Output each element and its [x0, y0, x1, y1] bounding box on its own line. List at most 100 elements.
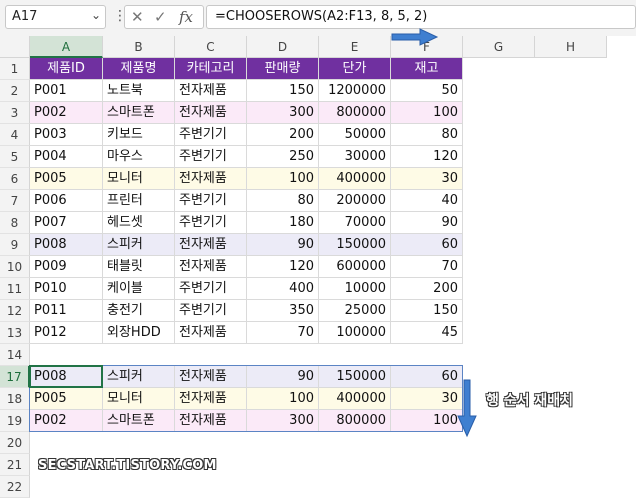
- cell[interactable]: 전자제품: [175, 256, 247, 278]
- cell[interactable]: 주변기기: [175, 146, 247, 168]
- cell[interactable]: 카테고리: [175, 58, 247, 80]
- cell[interactable]: P002: [30, 410, 103, 432]
- cell[interactable]: P005: [30, 388, 103, 410]
- row-header[interactable]: 19: [0, 410, 30, 432]
- row-header[interactable]: 2: [0, 80, 30, 102]
- cell[interactable]: 150000: [319, 234, 391, 256]
- cell[interactable]: 70000: [319, 212, 391, 234]
- cell[interactable]: P006: [30, 190, 103, 212]
- cell[interactable]: 주변기기: [175, 300, 247, 322]
- cell[interactable]: 30: [391, 388, 463, 410]
- cell[interactable]: P008: [30, 234, 103, 256]
- cell[interactable]: 주변기기: [175, 190, 247, 212]
- cell[interactable]: 스피커: [103, 366, 175, 388]
- row-header[interactable]: 9: [0, 234, 30, 256]
- cell[interactable]: 충전기: [103, 300, 175, 322]
- cell[interactable]: 전자제품: [175, 80, 247, 102]
- cell[interactable]: P008: [30, 366, 103, 388]
- row-header[interactable]: 5: [0, 146, 30, 168]
- insert-function-icon[interactable]: fx: [179, 8, 193, 26]
- cell[interactable]: 헤드셋: [103, 212, 175, 234]
- cell[interactable]: 150: [391, 300, 463, 322]
- cell[interactable]: 키보드: [103, 124, 175, 146]
- row-header[interactable]: 1: [0, 58, 30, 80]
- chevron-down-icon[interactable]: ⌄: [91, 8, 101, 22]
- cell[interactable]: P001: [30, 80, 103, 102]
- cell[interactable]: 100: [391, 102, 463, 124]
- cancel-icon[interactable]: ✕: [131, 8, 144, 26]
- cell[interactable]: P004: [30, 146, 103, 168]
- cell[interactable]: 100: [247, 168, 319, 190]
- column-header-f[interactable]: F: [391, 36, 463, 58]
- cell[interactable]: 제품명: [103, 58, 175, 80]
- row-header[interactable]: 10: [0, 256, 30, 278]
- cell[interactable]: 태블릿: [103, 256, 175, 278]
- cell[interactable]: 스피커: [103, 234, 175, 256]
- cell[interactable]: 800000: [319, 102, 391, 124]
- cell[interactable]: 400000: [319, 168, 391, 190]
- cell[interactable]: 전자제품: [175, 410, 247, 432]
- cell[interactable]: 노트북: [103, 80, 175, 102]
- cell[interactable]: P007: [30, 212, 103, 234]
- cell[interactable]: 케이블: [103, 278, 175, 300]
- cell[interactable]: 150000: [319, 366, 391, 388]
- cell[interactable]: 250: [247, 146, 319, 168]
- column-header-h[interactable]: H: [535, 36, 607, 58]
- cell[interactable]: 30000: [319, 146, 391, 168]
- cell[interactable]: 프린터: [103, 190, 175, 212]
- cell[interactable]: 단가: [319, 58, 391, 80]
- cell[interactable]: 90: [247, 366, 319, 388]
- cell[interactable]: 60: [391, 366, 463, 388]
- cell[interactable]: 스마트폰: [103, 410, 175, 432]
- cell[interactable]: 120: [391, 146, 463, 168]
- column-header-g[interactable]: G: [463, 36, 535, 58]
- cell[interactable]: P009: [30, 256, 103, 278]
- cell[interactable]: 모니터: [103, 168, 175, 190]
- cell[interactable]: 재고: [391, 58, 463, 80]
- cell[interactable]: 80: [247, 190, 319, 212]
- cell[interactable]: 300: [247, 102, 319, 124]
- cell[interactable]: 전자제품: [175, 322, 247, 344]
- row-header[interactable]: 11: [0, 278, 30, 300]
- row-header[interactable]: 7: [0, 190, 30, 212]
- cell[interactable]: 전자제품: [175, 366, 247, 388]
- cell[interactable]: P005: [30, 168, 103, 190]
- formula-input[interactable]: =CHOOSEROWS(A2:F13, 8, 5, 2): [206, 5, 636, 29]
- cell[interactable]: 400: [247, 278, 319, 300]
- cell[interactable]: 200: [247, 124, 319, 146]
- row-header[interactable]: 12: [0, 300, 30, 322]
- cell[interactable]: P012: [30, 322, 103, 344]
- column-header-d[interactable]: D: [247, 36, 319, 58]
- cell[interactable]: 60: [391, 234, 463, 256]
- cell[interactable]: 전자제품: [175, 388, 247, 410]
- cell[interactable]: 90: [391, 212, 463, 234]
- row-header[interactable]: 18: [0, 388, 30, 410]
- cell[interactable]: 판매량: [247, 58, 319, 80]
- cell[interactable]: 주변기기: [175, 124, 247, 146]
- cell[interactable]: 전자제품: [175, 234, 247, 256]
- cell[interactable]: 120: [247, 256, 319, 278]
- cell[interactable]: 주변기기: [175, 278, 247, 300]
- cell[interactable]: P002: [30, 102, 103, 124]
- column-header-c[interactable]: C: [175, 36, 247, 58]
- row-header[interactable]: 8: [0, 212, 30, 234]
- cell[interactable]: 600000: [319, 256, 391, 278]
- cell[interactable]: 외장HDD: [103, 322, 175, 344]
- row-header[interactable]: 21: [0, 454, 30, 476]
- cell[interactable]: 10000: [319, 278, 391, 300]
- cell[interactable]: 400000: [319, 388, 391, 410]
- column-header-e[interactable]: E: [319, 36, 391, 58]
- row-header[interactable]: 22: [0, 476, 30, 498]
- cell[interactable]: 180: [247, 212, 319, 234]
- cell[interactable]: 45: [391, 322, 463, 344]
- cell[interactable]: 30: [391, 168, 463, 190]
- row-header[interactable]: 3: [0, 102, 30, 124]
- cell[interactable]: 1200000: [319, 80, 391, 102]
- cell[interactable]: 70: [247, 322, 319, 344]
- cell[interactable]: 200: [391, 278, 463, 300]
- cell[interactable]: 90: [247, 234, 319, 256]
- row-header[interactable]: 14: [0, 344, 30, 366]
- cell[interactable]: 150: [247, 80, 319, 102]
- row-header[interactable]: 20: [0, 432, 30, 454]
- cell[interactable]: 70: [391, 256, 463, 278]
